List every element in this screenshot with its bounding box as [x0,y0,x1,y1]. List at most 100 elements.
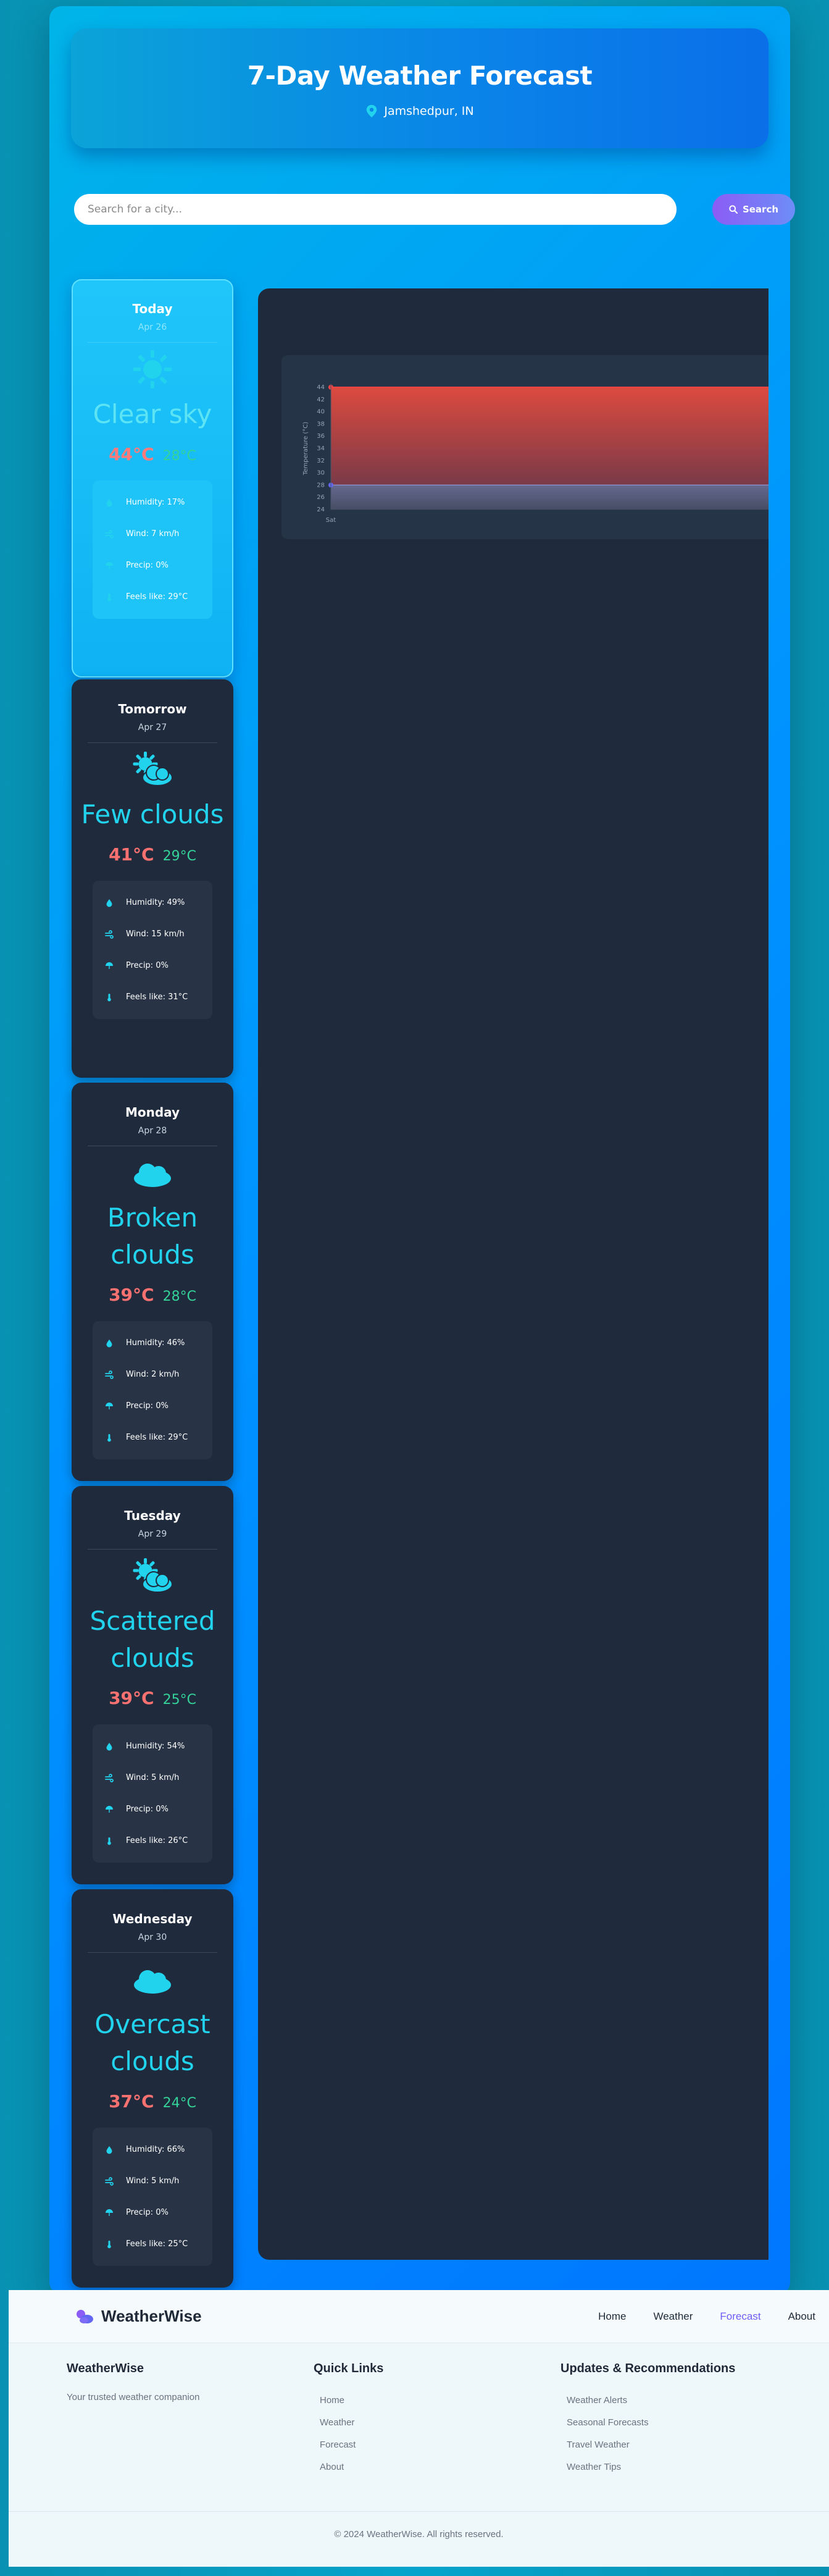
location-text: Jamshedpur, IN [384,104,474,118]
quick-links-title: Quick Links [314,2362,384,2375]
droplet-icon [106,1742,112,1750]
temperature-range: 37°C 24°C [72,2091,233,2112]
nav-weather[interactable]: Weather [639,2310,706,2323]
umbrella-icon [106,962,113,969]
day-date: Apr 26 [138,322,167,332]
day-name: Wednesday [112,1911,193,1926]
detail-feels: Feels like: 26°C [93,1825,212,1856]
weather-description: Broken clouds [107,1202,198,1270]
nav-forecast[interactable]: Forecast [706,2310,774,2323]
day-name: Today [132,301,173,316]
brand-name: WeatherWise [101,2307,202,2325]
umbrella-icon [106,1805,113,1813]
detail-humidity: Humidity: 46% [93,1327,212,1359]
min-temp: 28°C [162,1289,196,1304]
footer-about-text: Your trusted weather companion [67,2392,200,2402]
temperature-range: 39°C 25°C [72,1688,233,1708]
sun-cloud-icon [133,752,173,786]
weather-description: Scattered clouds [90,1606,215,1673]
footer-columns: WeatherWise Your trusted weather compani… [9,2343,829,2478]
weather-description: Few clouds [81,799,224,829]
footer-quick-links: Quick Links Home Weather Forecast About [314,2362,560,2478]
y-tick-label: 42 [317,396,325,403]
day-card-wednesday[interactable]: Wednesday Apr 30 Overcast clouds 37°C 24°C Hu… [72,1889,233,2288]
day-card-today[interactable]: Today Apr 26 Clear sky 44°C 28°C Humidity: 17… [72,279,233,678]
nav-home[interactable]: Home [585,2310,639,2323]
detail-precip: Precip: 0% [93,550,212,581]
y-tick-label: 40 [317,409,325,416]
weather-description: Clear sky [93,399,212,429]
update-link-seasonal[interactable]: Seasonal Forecasts [560,2412,807,2434]
day-card-monday[interactable]: Monday Apr 28 Broken clouds 39°C 28°C Humidit… [72,1083,233,1481]
divider [88,742,217,743]
detail-precip-text: Precip: 0% [126,961,169,970]
quick-link-home[interactable]: Home [314,2389,560,2412]
thermometer-icon [107,993,111,1001]
page-title: 7-Day Weather Forecast [247,61,593,91]
search-icon [729,205,738,214]
y-tick-label: 28 [317,482,325,489]
umbrella-icon [106,1402,113,1409]
max-temp: 41°C [109,844,154,865]
detail-feels-text: Feels like: 29°C [126,592,188,602]
footer-nav: Home Weather Forecast About [585,2310,829,2323]
detail-wind: Wind: 5 km/h [93,1762,212,1794]
search-input[interactable] [74,194,677,225]
detail-feels: Feels like: 29°C [93,1422,212,1453]
max-temp: 44°C [109,444,154,464]
series-max-area [331,387,769,485]
detail-wind: Wind: 7 km/h [93,518,212,550]
update-link-travel[interactable]: Travel Weather [560,2434,807,2456]
day-card-tuesday[interactable]: Tuesday Apr 29 Scattered clouds 39°C 25°C Hum… [72,1486,233,1884]
quick-link-forecast[interactable]: Forecast [314,2434,560,2456]
day-date: Apr 29 [138,1529,167,1539]
weather-details: Humidity: 49% Wind: 15 km/h Precip: 0% Feel… [93,881,212,1019]
y-tick-label: 44 [317,384,325,391]
app-container: 7-Day Weather Forecast Jamshedpur, IN Se… [49,6,795,2294]
detail-wind-text: Wind: 15 km/h [126,929,185,939]
weather-details: Humidity: 17% Wind: 7 km/h Precip: 0% Feels… [93,480,212,619]
y-tick-label: 38 [317,421,325,427]
detail-precip-text: Precip: 0% [126,1805,169,1814]
droplet-icon [106,498,112,506]
detail-wind: Wind: 5 km/h [93,2165,212,2197]
wind-icon [105,2176,114,2186]
footer-updates: Updates & Recommendations Weather Alerts… [560,2362,807,2478]
max-temp: 39°C [109,1688,154,1708]
update-link-tips[interactable]: Weather Tips [560,2456,807,2478]
detail-humidity-text: Humidity: 49% [126,898,185,907]
quick-link-weather[interactable]: Weather [314,2412,560,2434]
detail-precip: Precip: 0% [93,950,212,981]
detail-humidity: Humidity: 17% [93,487,212,518]
quick-link-about[interactable]: About [314,2456,560,2478]
detail-feels: Feels like: 25°C [93,2228,212,2260]
y-axis-label: Temperature (°C) [302,422,309,476]
y-tick-label: 36 [317,433,325,440]
thermometer-icon [107,593,111,601]
umbrella-icon [106,561,113,569]
temperature-chart-svg: 44 42 40 38 36 34 32 30 28 26 24 Temperature (°C) Sa… [302,384,769,524]
divider [88,1952,217,1953]
min-temp: 24°C [162,2096,196,2111]
detail-precip-text: Precip: 0% [126,2208,169,2217]
nav-about[interactable]: About [775,2310,829,2323]
day-date: Apr 27 [138,723,167,732]
detail-precip: Precip: 0% [93,2197,212,2228]
thermometer-icon [107,2240,111,2248]
day-date: Apr 30 [138,1932,167,1942]
y-tick-label: 34 [317,445,325,452]
sun-cloud-icon [133,1558,173,1593]
max-temp: 39°C [109,1285,154,1305]
droplet-icon [106,2146,112,2154]
weather-description: Overcast clouds [94,2009,210,2076]
day-card-tomorrow[interactable]: Tomorrow Apr 27 Few clouds 41°C 29°C Humidity… [72,679,233,1078]
thermometer-icon [107,1837,111,1845]
brand[interactable]: WeatherWise [75,2307,202,2326]
detail-humidity-text: Humidity: 66% [126,2145,185,2154]
weather-details: Humidity: 54% Wind: 5 km/h Precip: 0% Feels… [93,1724,212,1863]
detail-humidity-text: Humidity: 46% [126,1338,185,1348]
search-button-label: Search [742,204,779,215]
update-link-alerts[interactable]: Weather Alerts [560,2389,807,2412]
detail-feels-text: Feels like: 29°C [126,1433,188,1442]
search-button[interactable]: Search [712,194,795,225]
